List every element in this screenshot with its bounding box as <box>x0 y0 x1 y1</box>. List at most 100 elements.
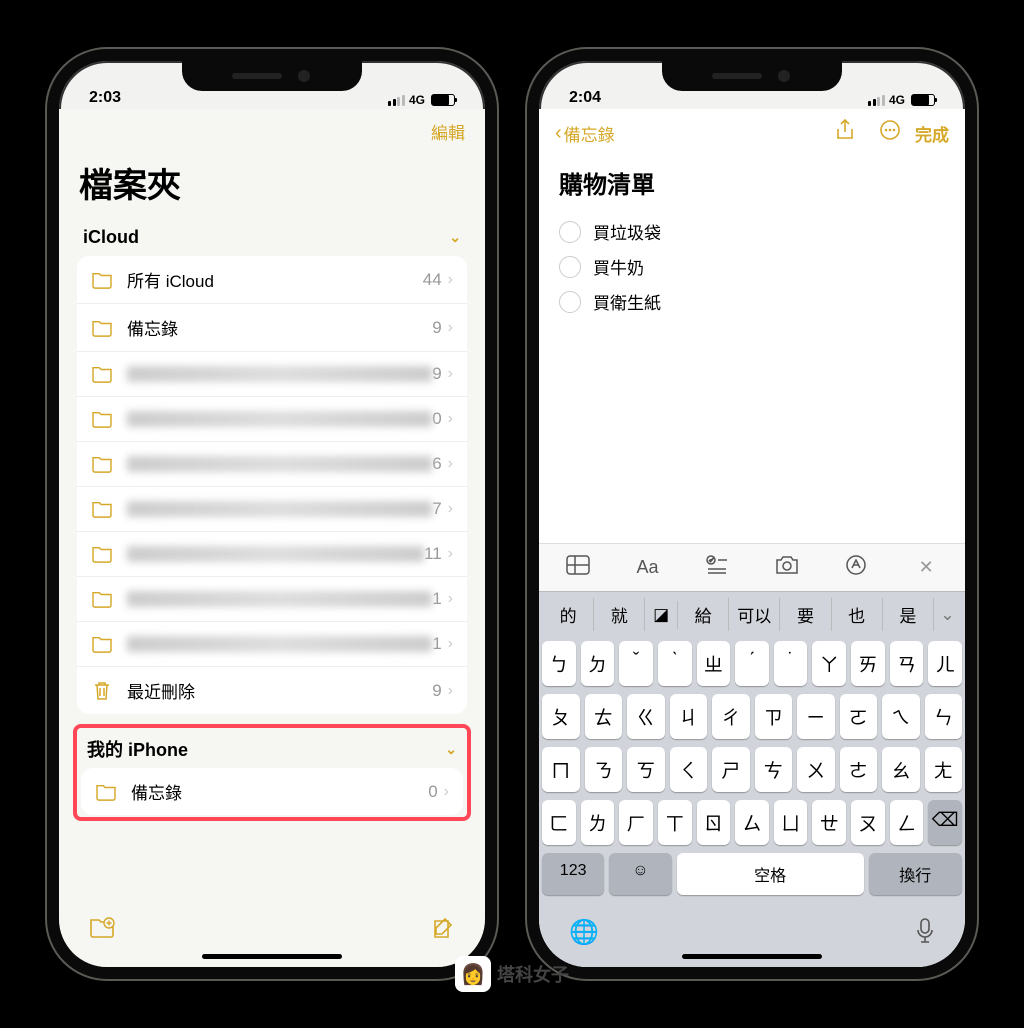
key[interactable]: ˊ <box>735 641 769 686</box>
folder-row[interactable]: 7 › <box>77 487 467 532</box>
folder-count: 0 <box>428 782 437 802</box>
folder-icon <box>91 543 113 565</box>
icloud-section-header[interactable]: iCloud ⌄ <box>59 219 485 256</box>
return-key[interactable]: 換行 <box>869 853 962 895</box>
recently-deleted-row[interactable]: 最近刪除 9 › <box>77 667 467 714</box>
new-note-button[interactable] <box>431 917 455 947</box>
key[interactable]: ˇ <box>619 641 653 686</box>
key[interactable]: ㄧ <box>797 694 835 739</box>
note-title[interactable]: 購物清單 <box>539 157 965 214</box>
key[interactable]: ㄉ <box>581 641 615 686</box>
key[interactable]: ㄢ <box>890 641 924 686</box>
home-indicator[interactable] <box>202 954 342 959</box>
key[interactable]: ㄟ <box>882 694 920 739</box>
checkbox-icon[interactable] <box>559 256 581 278</box>
suggestion[interactable]: 可以 <box>729 598 780 631</box>
key[interactable]: ㄋ <box>585 747 623 792</box>
done-button[interactable]: 完成 <box>915 121 949 146</box>
back-button[interactable]: ‹ 備忘錄 <box>555 121 615 146</box>
space-key[interactable]: 空格 <box>677 853 864 895</box>
checklist-item[interactable]: 買衛生紙 <box>559 284 945 319</box>
suggestion[interactable]: 是 <box>883 598 934 631</box>
folder-row[interactable]: 所有 iCloud 44 › <box>77 256 467 304</box>
key[interactable]: ㄑ <box>670 747 708 792</box>
share-button[interactable] <box>835 119 855 147</box>
folder-row[interactable]: 1 › <box>77 577 467 622</box>
new-folder-button[interactable] <box>89 917 115 947</box>
key[interactable]: ㄣ <box>925 694 963 739</box>
checklist-button[interactable] <box>697 555 737 580</box>
key[interactable]: ㄙ <box>735 800 769 845</box>
key[interactable]: ㄇ <box>542 747 580 792</box>
key[interactable]: ˋ <box>658 641 692 686</box>
key[interactable]: ㄔ <box>712 694 750 739</box>
key[interactable]: ㄨ <box>797 747 835 792</box>
text-format-button[interactable]: Aa <box>627 557 667 578</box>
key[interactable]: ㄆ <box>542 694 580 739</box>
key[interactable]: ㄩ <box>774 800 808 845</box>
checklist-item[interactable]: 買牛奶 <box>559 249 945 284</box>
key[interactable]: ㄛ <box>840 694 878 739</box>
edit-button[interactable]: 編輯 <box>431 119 465 144</box>
chevron-right-icon: › <box>448 271 453 289</box>
folder-row[interactable]: 6 › <box>77 442 467 487</box>
more-button[interactable] <box>879 119 901 147</box>
mic-key[interactable] <box>915 918 935 951</box>
table-button[interactable] <box>558 555 598 580</box>
key[interactable]: ㄥ <box>890 800 924 845</box>
key[interactable]: ㄏ <box>619 800 653 845</box>
delete-key[interactable]: ⌫ <box>928 800 962 845</box>
suggestion[interactable]: 要 <box>780 598 831 631</box>
checklist-item[interactable]: 買垃圾袋 <box>559 214 945 249</box>
key[interactable]: ㄡ <box>851 800 885 845</box>
key[interactable]: ㄌ <box>581 800 615 845</box>
numbers-key[interactable]: 123 <box>542 853 604 895</box>
folder-count: 9 <box>432 318 441 338</box>
checkbox-icon[interactable] <box>559 291 581 313</box>
myiphone-section-header[interactable]: 我的 iPhone ⌄ <box>77 730 467 768</box>
key[interactable]: ㄓ <box>697 641 731 686</box>
suggestion[interactable]: 的 <box>543 598 594 631</box>
key[interactable]: ㄞ <box>851 641 885 686</box>
key[interactable]: ㄦ <box>928 641 962 686</box>
key[interactable]: ㄅ <box>542 641 576 686</box>
folder-row[interactable]: 9 › <box>77 352 467 397</box>
collapse-suggestions-icon[interactable]: ⌄ <box>934 601 961 629</box>
suggestion[interactable]: 就 <box>594 598 645 631</box>
folder-name: 所有 iCloud <box>127 267 423 292</box>
key[interactable]: ㄠ <box>882 747 920 792</box>
checklist[interactable]: 買垃圾袋 買牛奶 買衛生紙 <box>539 214 965 319</box>
camera-button[interactable] <box>767 555 807 580</box>
myiphone-header-label: 我的 iPhone <box>87 736 188 762</box>
folder-row[interactable]: 11 › <box>77 532 467 577</box>
key[interactable]: ㄤ <box>925 747 963 792</box>
key[interactable]: ㄈ <box>542 800 576 845</box>
home-indicator[interactable] <box>682 954 822 959</box>
key[interactable]: ㄜ <box>840 747 878 792</box>
key[interactable]: ㄊ <box>585 694 623 739</box>
key[interactable]: ㄗ <box>755 694 793 739</box>
key[interactable]: ㄚ <box>812 641 846 686</box>
folder-row[interactable]: 1 › <box>77 622 467 667</box>
key[interactable]: ㄐ <box>670 694 708 739</box>
key[interactable]: ㄒ <box>658 800 692 845</box>
key[interactable]: ㄘ <box>755 747 793 792</box>
globe-key[interactable]: 🌐 <box>569 918 599 951</box>
key[interactable]: ˙ <box>774 641 808 686</box>
key[interactable]: ㄝ <box>812 800 846 845</box>
folder-row[interactable]: 0 › <box>77 397 467 442</box>
watermark-text: 塔科女子 <box>497 961 569 987</box>
emoji-key[interactable]: ☺ <box>609 853 671 895</box>
checkbox-icon[interactable] <box>559 221 581 243</box>
close-keyboard-button[interactable]: ✕ <box>906 557 946 578</box>
key[interactable]: ㄖ <box>697 800 731 845</box>
markup-button[interactable] <box>836 554 876 581</box>
folder-row[interactable]: 備忘錄 0 › <box>81 768 463 815</box>
suggestion[interactable]: 給 <box>678 598 729 631</box>
folder-row[interactable]: 備忘錄 9 › <box>77 304 467 352</box>
key[interactable]: ㄎ <box>627 747 665 792</box>
key[interactable]: ㄕ <box>712 747 750 792</box>
key[interactable]: ㄍ <box>627 694 665 739</box>
suggestion[interactable]: 也 <box>832 598 883 631</box>
suggestion-icon[interactable]: ◪ <box>645 601 678 629</box>
